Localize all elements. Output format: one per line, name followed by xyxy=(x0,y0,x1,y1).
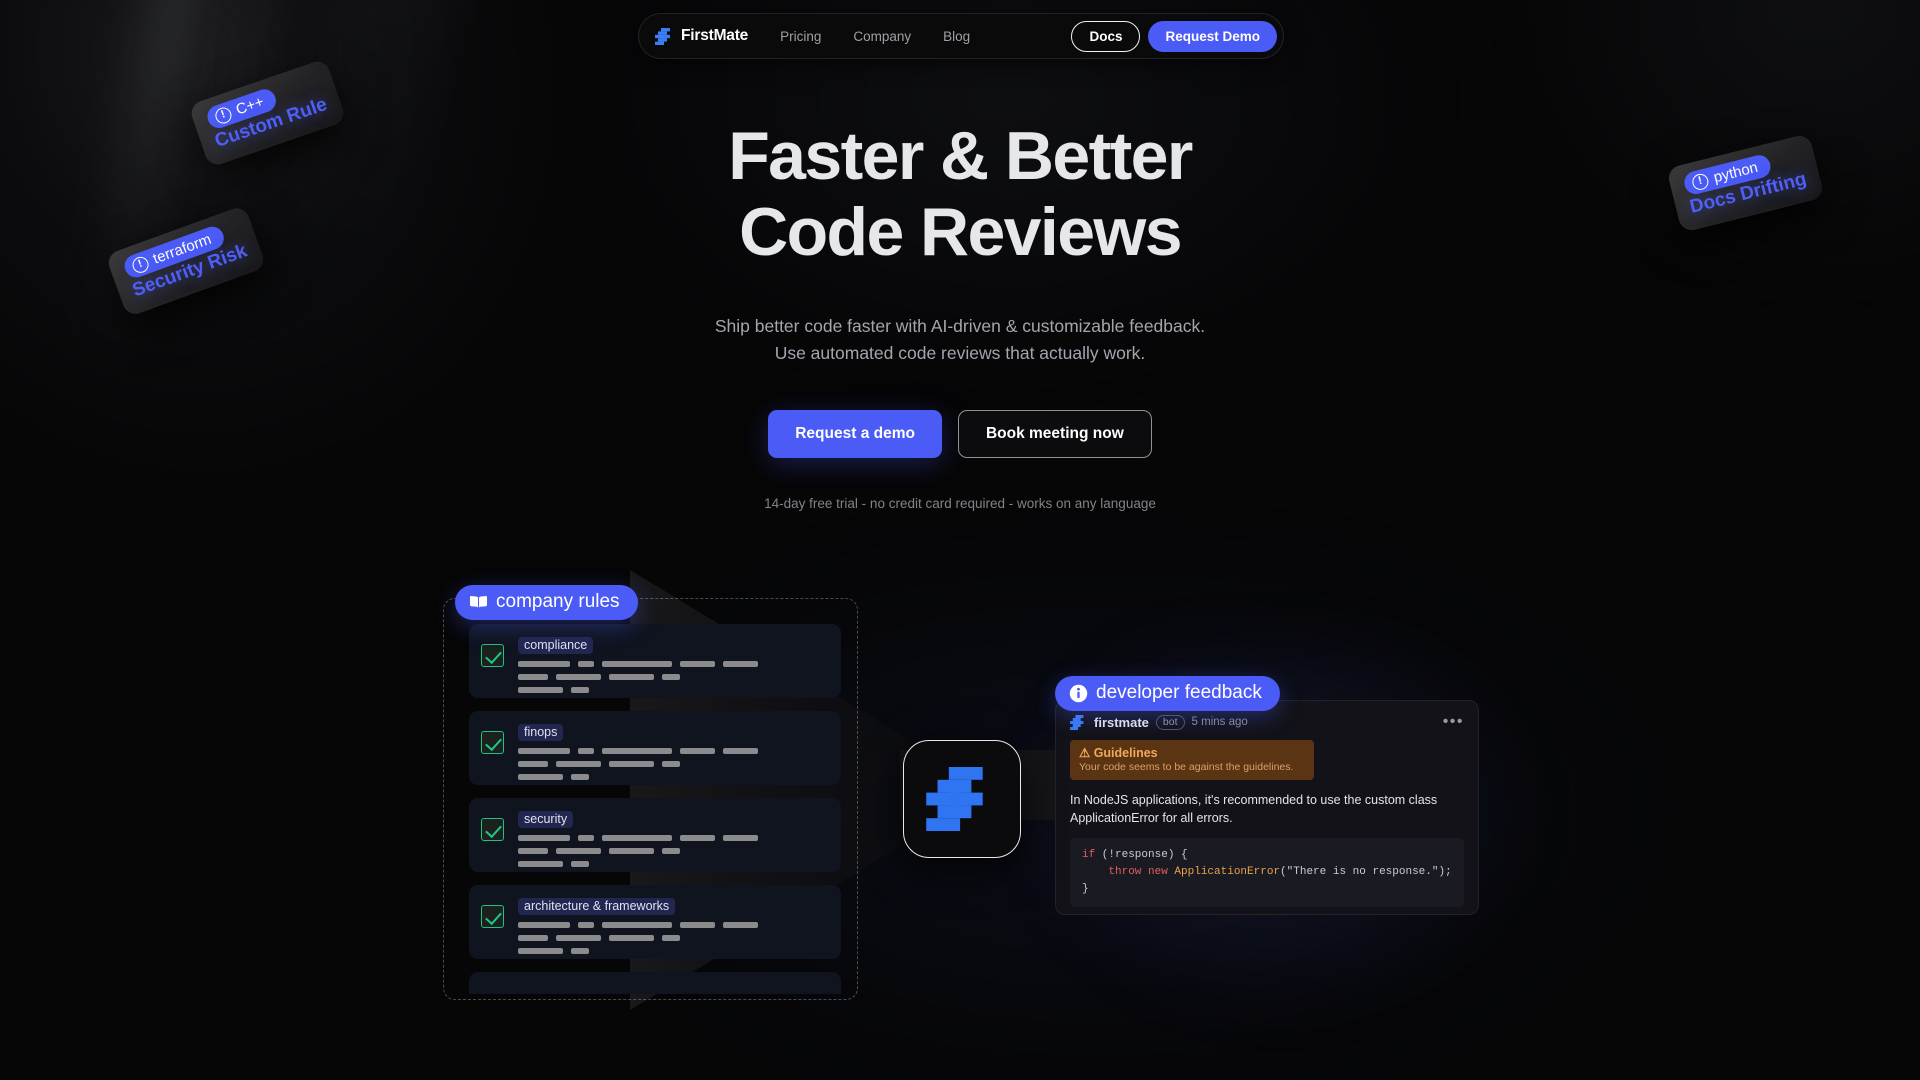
skeleton-row xyxy=(518,935,827,941)
rule-body: security xyxy=(518,810,827,867)
firstmate-logo-icon xyxy=(926,767,983,831)
company-rules-tag: company rules xyxy=(455,585,638,620)
firstmate-logo-icon xyxy=(1070,714,1084,730)
firstmate-logo-icon xyxy=(655,27,670,45)
nav-links: Pricing Company Blog xyxy=(780,29,970,44)
hero-cta-row: Request a demo Book meeting now xyxy=(0,409,1920,458)
book-icon xyxy=(470,595,487,608)
skeleton-row xyxy=(518,674,827,680)
code-snippet: if (!response) { throw new ApplicationEr… xyxy=(1070,838,1464,908)
check-icon[interactable] xyxy=(481,644,504,667)
page-root: FirstMate Pricing Company Blog Docs Requ… xyxy=(0,0,1920,1080)
warning-triangle-icon: ⚠ xyxy=(1079,746,1091,760)
rule-body: architecture & frameworks xyxy=(518,897,827,954)
rule-name: security xyxy=(518,811,574,828)
hero-fineprint: 14-day free trial - no credit card requi… xyxy=(764,495,1156,511)
hero-subtitle-line-1: Ship better code faster with AI-driven &… xyxy=(714,316,1206,337)
check-icon[interactable] xyxy=(481,731,504,754)
skeleton-row xyxy=(518,774,827,780)
rule-item[interactable]: compliance xyxy=(469,624,841,698)
check-icon[interactable] xyxy=(481,905,504,928)
nav-link-company[interactable]: Company xyxy=(853,29,911,44)
nav-link-pricing[interactable]: Pricing xyxy=(780,29,821,44)
more-options-icon[interactable]: ••• xyxy=(1443,713,1464,731)
brand-name: FirstMate xyxy=(681,27,749,44)
developer-feedback-tag-label: developer feedback xyxy=(1096,682,1262,703)
rule-item-partial[interactable] xyxy=(469,972,841,994)
skeleton-row xyxy=(518,848,827,854)
rule-body: finops xyxy=(518,723,827,780)
code-class-name: ApplicationError xyxy=(1174,866,1281,879)
code-keyword-if: if xyxy=(1082,849,1096,862)
alert-icon: ! xyxy=(130,254,151,275)
company-rules-tag-label: company rules xyxy=(496,591,620,612)
skeleton-row xyxy=(518,861,827,867)
skeleton-row xyxy=(518,922,827,928)
bot-badge: bot xyxy=(1155,714,1185,730)
alert-icon: ! xyxy=(213,104,234,126)
info-icon xyxy=(1069,684,1088,702)
guidelines-warning: ⚠ Guidelines Your code seems to be again… xyxy=(1070,740,1314,780)
code-line-1-rest: (!response) { xyxy=(1095,849,1188,862)
request-a-demo-button[interactable]: Request a demo xyxy=(768,409,942,458)
skeleton-row xyxy=(518,761,827,767)
skeleton-row xyxy=(518,948,827,954)
rule-item[interactable]: security xyxy=(469,798,841,872)
rule-name: architecture & frameworks xyxy=(518,898,676,915)
hero-subtitle: Ship better code faster with AI-driven &… xyxy=(0,313,1920,366)
code-line-3: } xyxy=(1082,883,1089,896)
feedback-header: firstmate bot 5 mins ago ••• xyxy=(1070,713,1464,731)
rule-item[interactable]: finops xyxy=(469,711,841,785)
docs-button[interactable]: Docs xyxy=(1071,20,1141,52)
developer-feedback-tag: developer feedback xyxy=(1055,676,1280,711)
skeleton-row xyxy=(518,661,827,667)
guidelines-label: Guidelines xyxy=(1093,746,1158,760)
feedback-body: In NodeJS applications, it's recommended… xyxy=(1070,793,1438,826)
guidelines-warning-title: ⚠ Guidelines xyxy=(1079,745,1305,760)
company-rules-list: compliance finops security architecture … xyxy=(469,624,841,994)
code-keyword-throw: throw new xyxy=(1082,866,1175,879)
hero-title-line-2: Code Reviews xyxy=(739,194,1182,271)
rule-name: compliance xyxy=(518,637,594,654)
alert-icon: ! xyxy=(1690,171,1710,192)
code-line-2-rest: ("There is no response."); xyxy=(1280,866,1452,879)
brand-logo[interactable]: FirstMate xyxy=(655,27,748,45)
main-navbar: FirstMate Pricing Company Blog Docs Requ… xyxy=(638,13,1284,59)
skeleton-row xyxy=(518,687,827,693)
rule-item[interactable]: architecture & frameworks xyxy=(469,885,841,959)
book-meeting-button[interactable]: Book meeting now xyxy=(957,409,1152,458)
check-icon[interactable] xyxy=(481,818,504,841)
skeleton-row xyxy=(518,835,827,841)
rule-name: finops xyxy=(518,724,564,741)
rule-body: compliance xyxy=(518,636,827,693)
nav-actions: Docs Request Demo xyxy=(1071,20,1277,52)
firstmate-logo-badge xyxy=(903,740,1021,858)
guidelines-warning-text: Your code seems to be against the guidel… xyxy=(1079,761,1294,773)
nav-link-blog[interactable]: Blog xyxy=(943,29,970,44)
skeleton-row xyxy=(518,748,827,754)
feedback-author: firstmate xyxy=(1094,714,1149,730)
hero-subtitle-line-2: Use automated code reviews that actually… xyxy=(774,342,1146,363)
feedback-timestamp: 5 mins ago xyxy=(1191,716,1248,728)
request-demo-button[interactable]: Request Demo xyxy=(1148,20,1277,52)
hero-section: Faster & Better Code Reviews Ship better… xyxy=(0,118,1920,511)
developer-feedback-card: firstmate bot 5 mins ago ••• ⚠ Guideline… xyxy=(1055,700,1479,915)
